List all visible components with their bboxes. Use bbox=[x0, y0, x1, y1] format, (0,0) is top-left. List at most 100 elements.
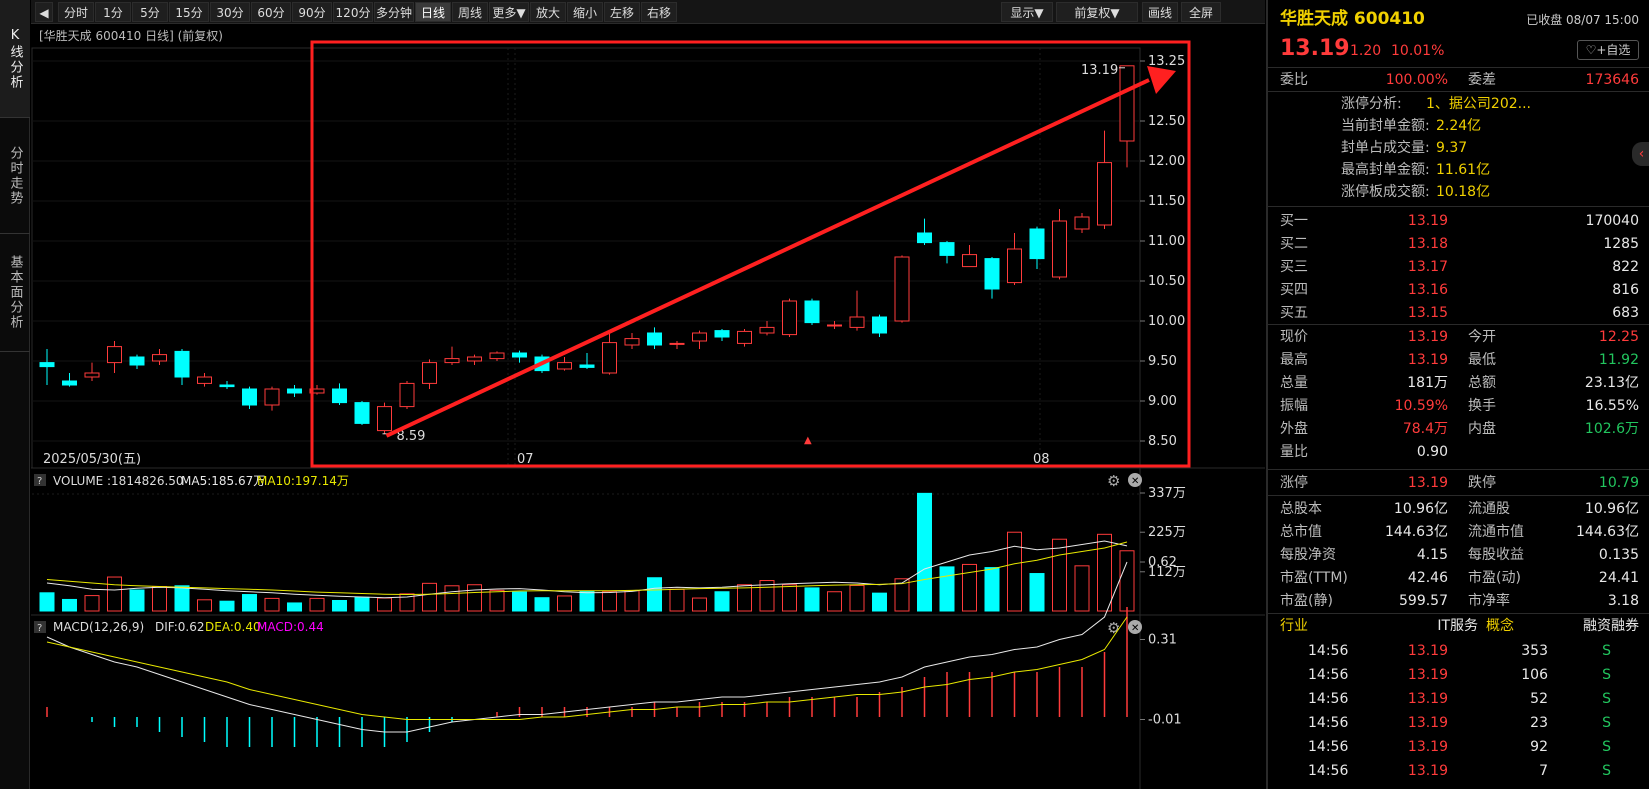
volume-ma10: MA10:197.14万 bbox=[257, 474, 349, 488]
fundamental-value: 599.57 bbox=[1399, 593, 1448, 609]
candle bbox=[714, 329, 730, 341]
trade-volume: 52 bbox=[1530, 691, 1548, 707]
macd-dif: DIF:0.62 bbox=[155, 620, 205, 634]
toolbar-right-item-2[interactable]: 画线 bbox=[1142, 2, 1178, 22]
candle bbox=[962, 245, 977, 268]
volume-bar bbox=[849, 584, 865, 612]
toolbar-item-7[interactable]: 120分 bbox=[333, 2, 373, 22]
toolbar-item-5[interactable]: 60分 bbox=[251, 2, 291, 22]
quote-label: 内盘 bbox=[1468, 421, 1496, 437]
kline-chart[interactable]: [华胜天成 600410 日线] (前复权) 13.25 12.50 12.00 11… bbox=[31, 24, 1265, 789]
price-tick: 11.00 bbox=[1148, 234, 1185, 249]
left-tab-label: K线分析 bbox=[7, 27, 23, 90]
macd-dea: DEA:0.40 bbox=[205, 620, 261, 634]
bid-label: 买五 bbox=[1280, 305, 1308, 321]
fundamental-value: 24.41 bbox=[1598, 570, 1639, 586]
analysis-value: 1、据公司202... bbox=[1426, 96, 1531, 112]
quote-value: 78.4万 bbox=[1402, 421, 1448, 437]
toolbar-item-4[interactable]: 30分 bbox=[210, 2, 250, 22]
candle bbox=[647, 327, 662, 349]
volume-bar bbox=[1119, 550, 1135, 612]
candle bbox=[782, 298, 797, 337]
toolbar-item-11[interactable]: 更多▼ bbox=[489, 2, 529, 22]
toolbar-item-10[interactable]: 周线 bbox=[452, 2, 488, 22]
candle bbox=[84, 362, 100, 381]
quote-value: 23.13亿 bbox=[1584, 375, 1639, 391]
margin-trading-link[interactable]: 融资融券 bbox=[1583, 615, 1639, 637]
quote-value: 0.90 bbox=[1416, 444, 1448, 460]
volume-bar bbox=[107, 576, 122, 612]
volume-bar bbox=[1052, 538, 1067, 612]
fundamental-label: 市盈(动) bbox=[1468, 570, 1521, 586]
quote-value: 11.92 bbox=[1598, 352, 1639, 368]
volume-bar bbox=[1074, 565, 1090, 612]
candle bbox=[444, 346, 460, 365]
toolbar-item-1[interactable]: 1分 bbox=[95, 2, 131, 22]
current-price: 13.19 bbox=[1280, 36, 1350, 61]
volume-bar bbox=[332, 599, 347, 612]
svg-text:?: ? bbox=[37, 476, 42, 487]
macd-axis: 0.62 0.31 -0.01 bbox=[1140, 555, 1182, 728]
toolbar-item-3[interactable]: 15分 bbox=[169, 2, 209, 22]
fundamental-label: 流通股 bbox=[1468, 501, 1510, 517]
svg-text:✕: ✕ bbox=[1131, 623, 1139, 634]
volume-bar bbox=[692, 597, 707, 612]
toolbar-right-item-1[interactable]: 前复权▼ bbox=[1056, 2, 1138, 22]
volume-bar bbox=[174, 585, 190, 612]
toolbar-right-item-3[interactable]: 全屏 bbox=[1181, 2, 1221, 22]
industry-value[interactable]: IT服务 bbox=[1398, 615, 1478, 637]
svg-text:✕: ✕ bbox=[1131, 476, 1139, 487]
quote-label: 总额 bbox=[1468, 375, 1496, 391]
toolbar-item-12[interactable]: 放大 bbox=[530, 2, 566, 22]
price-axis: 13.25 12.50 12.00 11.50 11.00 10.50 10.00 9.50 9… bbox=[1140, 54, 1185, 449]
toolbar-item-2[interactable]: 5分 bbox=[132, 2, 168, 22]
quote-value: 10.59% bbox=[1394, 398, 1448, 414]
quote-label: 换手 bbox=[1468, 398, 1496, 414]
toolbar-right-item-0[interactable]: 显示▼ bbox=[1001, 2, 1053, 22]
back-arrow-icon[interactable]: ◀ bbox=[35, 2, 53, 22]
fundamental-label: 市净率 bbox=[1468, 593, 1510, 609]
date-label: 2025/05/30(五) bbox=[43, 452, 141, 467]
quote-header: 华胜天成 600410 已收盘 08/07 15:00 13.19 1.20 1… bbox=[1268, 0, 1649, 68]
macd-name: MACD(12,26,9) bbox=[53, 620, 144, 634]
collapse-panel-icon[interactable]: ‹ bbox=[1632, 142, 1649, 166]
gear-icon[interactable]: ⚙ bbox=[1107, 619, 1120, 637]
fundamental-label: 每股收益 bbox=[1468, 547, 1524, 563]
toolbar-item-6[interactable]: 90分 bbox=[292, 2, 332, 22]
analysis-label: 封单占成交量: bbox=[1341, 140, 1430, 156]
volume-bar bbox=[467, 584, 482, 612]
bid-volume: 1285 bbox=[1603, 236, 1639, 252]
candle bbox=[489, 351, 505, 361]
gear-icon[interactable]: ⚙ bbox=[1107, 472, 1120, 490]
left-tab-0[interactable]: K线分析 bbox=[0, 0, 30, 118]
toolbar-item-14[interactable]: 左移 bbox=[604, 2, 640, 22]
quote-value: 13.19 bbox=[1407, 329, 1448, 345]
left-tab-2[interactable]: 基本面分析 bbox=[0, 234, 30, 352]
volume-bar bbox=[489, 589, 505, 612]
bid-label: 买四 bbox=[1280, 282, 1308, 298]
toolbar-item-0[interactable]: 分时 bbox=[58, 2, 94, 22]
fundamental-label: 总股本 bbox=[1280, 501, 1322, 517]
bid-price: 13.19 bbox=[1407, 213, 1448, 229]
toolbar-item-15[interactable]: 右移 bbox=[641, 2, 677, 22]
price-tick: 10.50 bbox=[1148, 274, 1185, 289]
volume-bar bbox=[624, 590, 640, 612]
left-tab-1[interactable]: 分时走势 bbox=[0, 118, 30, 234]
candle bbox=[692, 330, 707, 349]
toolbar-item-8[interactable]: 多分钟 bbox=[374, 2, 414, 22]
quote-stats: 现价 13.19 今开 12.25 最高 13.19 最低 11.92 总量 181万 总额 23.1… bbox=[1268, 325, 1649, 470]
limit-prices: 涨停 13.19 跌停 10.79 bbox=[1268, 470, 1649, 496]
bid-price: 13.18 bbox=[1407, 236, 1448, 252]
candle bbox=[174, 349, 190, 385]
candle bbox=[602, 333, 617, 375]
add-favorite-button[interactable]: ♡+自选 bbox=[1577, 40, 1639, 60]
quote-label: 振幅 bbox=[1280, 398, 1308, 414]
toolbar-item-13[interactable]: 缩小 bbox=[567, 2, 603, 22]
trend-arrow-head bbox=[1147, 66, 1176, 94]
candle bbox=[872, 314, 887, 337]
toolbar-item-9[interactable]: 日线 bbox=[415, 2, 451, 22]
volume-bar bbox=[39, 592, 55, 612]
concept-link[interactable]: 概念 bbox=[1486, 615, 1514, 637]
candle bbox=[669, 341, 685, 349]
trade-price: 13.19 bbox=[1407, 691, 1448, 707]
